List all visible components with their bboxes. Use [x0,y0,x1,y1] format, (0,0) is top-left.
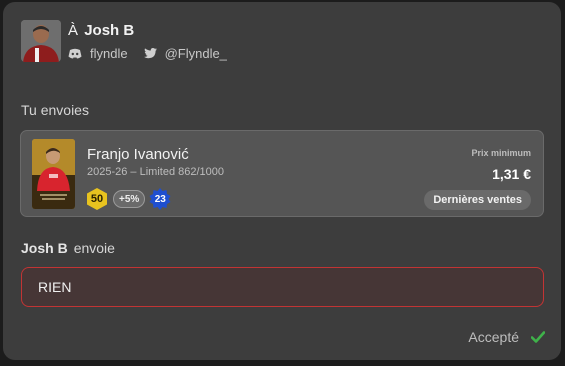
receive-section-label: Josh B envoie [21,240,115,256]
rating-value: 50 [90,193,104,205]
price-value: 1,31 € [492,166,531,182]
status-label: Accepté [468,329,519,345]
recent-sales-button[interactable]: Dernières ventes [424,190,531,210]
sender-suffix: envoie [73,240,115,256]
trade-panel: À Josh B flyndle @Flyndle_ Tu envoies Fr… [3,2,561,360]
level-value: 23 [154,193,166,205]
price-label: Prix minimum [471,148,531,158]
discord-handle[interactable]: flyndle [90,46,128,61]
rating-badge: 50 [85,187,109,211]
player-card-image[interactable] [32,139,75,209]
player-card[interactable]: Franjo Ivanović 2025-26 – Limited 862/10… [20,130,544,217]
nothing-offered-text: RIEN [38,279,72,295]
trade-status: Accepté [468,329,545,345]
social-handles: flyndle @Flyndle_ [68,46,243,61]
player-name[interactable]: Franjo Ivanović [87,146,189,163]
bonus-badge: +5% [113,190,146,208]
checkmark-icon [531,331,545,343]
discord-icon [68,48,82,59]
avatar[interactable] [21,20,61,62]
nothing-offered-box: RIEN [21,267,544,307]
twitter-icon [143,48,157,59]
card-badges: 50 +5% 23 [85,187,171,211]
send-section-label: Tu envoies [21,102,89,118]
level-badge: 23 [149,188,171,210]
sender-name[interactable]: Josh B [21,240,68,256]
twitter-handle[interactable]: @Flyndle_ [165,46,227,61]
recipient-title: À Josh B [68,22,134,39]
card-edition-info: 2025-26 – Limited 862/1000 [87,166,224,178]
recipient-name[interactable]: Josh B [84,22,134,39]
to-prefix: À [68,22,79,39]
